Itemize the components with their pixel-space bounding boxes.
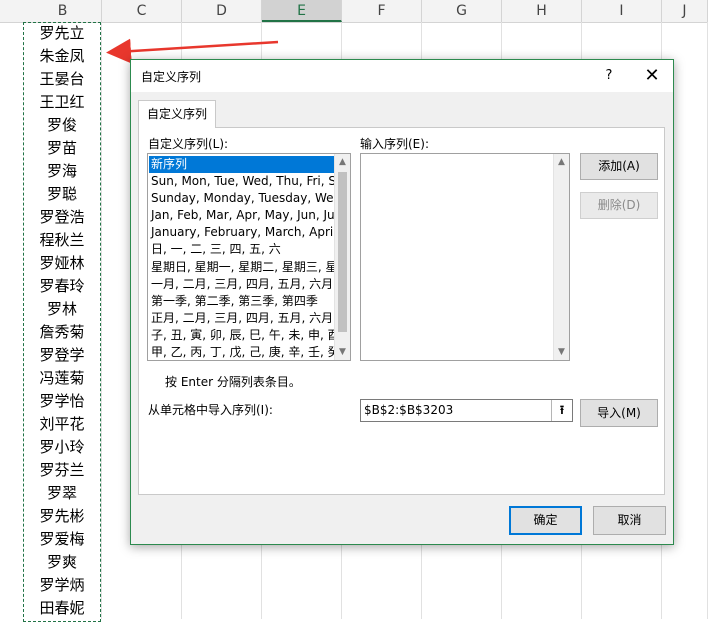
custom-lists-listbox[interactable]: 新序列 Sun, Mon, Tue, Wed, Thu, Fri, Sat Sund… bbox=[147, 153, 351, 361]
list-item[interactable]: Sunday, Monday, Tuesday, Wednesday bbox=[149, 190, 335, 207]
list-item[interactable]: 第一季, 第二季, 第三季, 第四季 bbox=[149, 293, 335, 310]
list-item[interactable]: 子, 丑, 寅, 卯, 辰, 巳, 午, 未, 申, 酉 bbox=[149, 327, 335, 344]
list-item[interactable]: Jan, Feb, Mar, Apr, May, Jun, Jul bbox=[149, 207, 335, 224]
add-button[interactable]: 添加(A) bbox=[580, 153, 658, 180]
help-icon[interactable]: ? bbox=[599, 66, 619, 86]
list-item[interactable]: 正月, 二月, 三月, 四月, 五月, 六月, bbox=[149, 310, 335, 327]
cancel-button[interactable]: 取消 bbox=[593, 506, 666, 535]
collapse-range-icon[interactable]: ⭱ bbox=[551, 400, 572, 421]
list-item[interactable]: 日, 一, 二, 三, 四, 五, 六 bbox=[149, 241, 335, 258]
list-item[interactable]: January, February, March, April, bbox=[149, 224, 335, 241]
scroll-down-icon[interactable]: ▼ bbox=[554, 344, 569, 360]
list-item[interactable]: Sun, Mon, Tue, Wed, Thu, Fri, Sat bbox=[149, 173, 335, 190]
dialog-title: 自定义序列 bbox=[141, 70, 202, 84]
scroll-down-icon[interactable]: ▼ bbox=[335, 344, 350, 360]
list-item-selected[interactable]: 新序列 bbox=[149, 156, 335, 174]
list-item[interactable]: 甲, 乙, 丙, 丁, 戊, 己, 庚, 辛, 壬, 癸 bbox=[149, 344, 335, 360]
ok-button[interactable]: 确定 bbox=[509, 506, 582, 535]
dialog-titlebar: 自定义序列 ? ✕ bbox=[131, 60, 673, 92]
custom-lists-label: 自定义序列(L): bbox=[148, 137, 229, 151]
scroll-thumb[interactable] bbox=[338, 172, 347, 332]
list-entries-label: 输入序列(E): bbox=[360, 137, 429, 151]
list-entries-textarea[interactable]: ▲ ▼ bbox=[360, 153, 570, 361]
scroll-up-icon[interactable]: ▲ bbox=[335, 154, 350, 170]
import-button[interactable]: 导入(M) bbox=[580, 399, 658, 427]
listbox-scrollbar[interactable]: ▲ ▼ bbox=[334, 154, 350, 360]
scroll-up-icon[interactable]: ▲ bbox=[554, 154, 569, 170]
delete-button[interactable]: 删除(D) bbox=[580, 192, 658, 219]
import-range-value: $B$2:$B$3203 bbox=[364, 403, 454, 417]
tab-custom-lists[interactable]: 自定义序列 bbox=[138, 100, 216, 128]
enter-hint: 按 Enter 分隔列表条目。 bbox=[165, 375, 301, 389]
import-range-input[interactable]: $B$2:$B$3203 ⭱ bbox=[360, 399, 573, 422]
import-range-label: 从单元格中导入序列(I): bbox=[148, 403, 273, 417]
close-icon[interactable]: ✕ bbox=[641, 65, 663, 87]
list-item[interactable]: 一月, 二月, 三月, 四月, 五月, 六月, bbox=[149, 276, 335, 293]
list-item[interactable]: 星期日, 星期一, 星期二, 星期三, 星期四 bbox=[149, 259, 335, 276]
entries-scrollbar[interactable]: ▲ ▼ bbox=[553, 154, 569, 360]
custom-lists-panel: 自定义序列(L): 输入序列(E): 新序列 Sun, Mon, Tue, Wed… bbox=[138, 127, 665, 495]
arrow-to-column-b bbox=[106, 38, 279, 64]
custom-lists-dialog: 自定义序列 ? ✕ 自定义序列 自定义序列(L): 输入序列(E): 新序列 Su… bbox=[130, 59, 674, 545]
